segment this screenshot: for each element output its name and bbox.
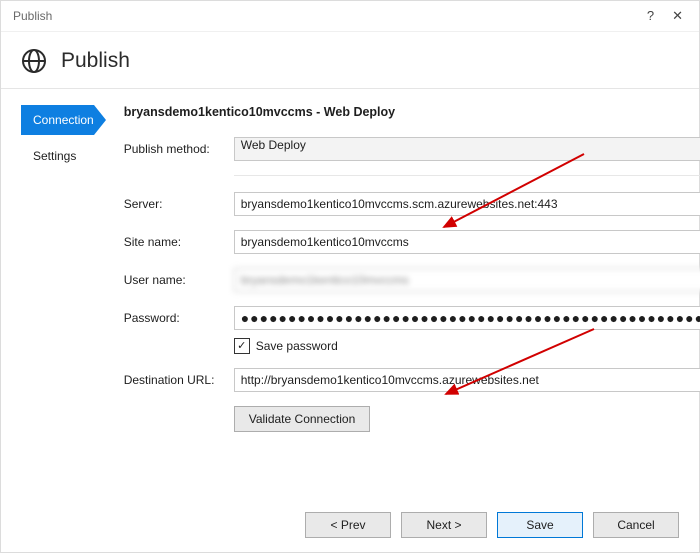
server-label: Server: [124,197,234,211]
help-icon[interactable]: ? [647,1,654,31]
header: Publish [1,32,699,78]
destination-url-label: Destination URL: [124,373,234,387]
cancel-button[interactable]: Cancel [593,512,679,538]
password-input[interactable]: ●●●●●●●●●●●●●●●●●●●●●●●●●●●●●●●●●●●●●●●●… [234,306,700,330]
nav-settings-label: Settings [33,149,76,163]
nav-settings[interactable]: Settings [21,141,94,171]
save-password-checkbox[interactable]: ✓ [234,338,250,354]
footer: < Prev Next > Save Cancel [305,512,679,538]
publish-dialog: Publish ? ✕ Publish Connection Settings [0,0,700,553]
password-label: Password: [124,311,234,325]
annotation-arrow-2 [434,324,604,407]
separator [234,175,700,176]
user-name-label: User name: [124,273,234,287]
prev-button[interactable]: < Prev [305,512,391,538]
close-icon[interactable]: ✕ [672,1,683,31]
validate-connection-button[interactable]: Validate Connection [234,406,371,432]
user-name-input[interactable]: bryansdemo1kentico10mvccms [234,268,700,292]
save-password-row[interactable]: ✓ Save password [234,338,700,354]
globe-icon [21,48,47,74]
form-title: bryansdemo1kentico10mvccms - Web Deploy [124,105,700,119]
nav-connection-label: Connection [33,113,94,127]
save-button[interactable]: Save [497,512,583,538]
nav-connection[interactable]: Connection [21,105,94,135]
save-password-label: Save password [256,339,338,353]
publish-method-label: Publish method: [124,142,234,156]
destination-url-input[interactable] [234,368,700,392]
publish-method-value: Web Deploy [241,138,306,152]
titlebar: Publish ? ✕ [1,1,699,32]
server-input[interactable] [234,192,700,216]
site-name-label: Site name: [124,235,234,249]
sidebar: Connection Settings [1,89,94,489]
next-button[interactable]: Next > [401,512,487,538]
content: bryansdemo1kentico10mvccms - Web Deploy … [94,89,700,489]
site-name-input[interactable] [234,230,700,254]
header-title: Publish [61,49,130,73]
publish-method-select[interactable]: Web Deploy [234,137,700,161]
window-title: Publish [11,1,52,31]
